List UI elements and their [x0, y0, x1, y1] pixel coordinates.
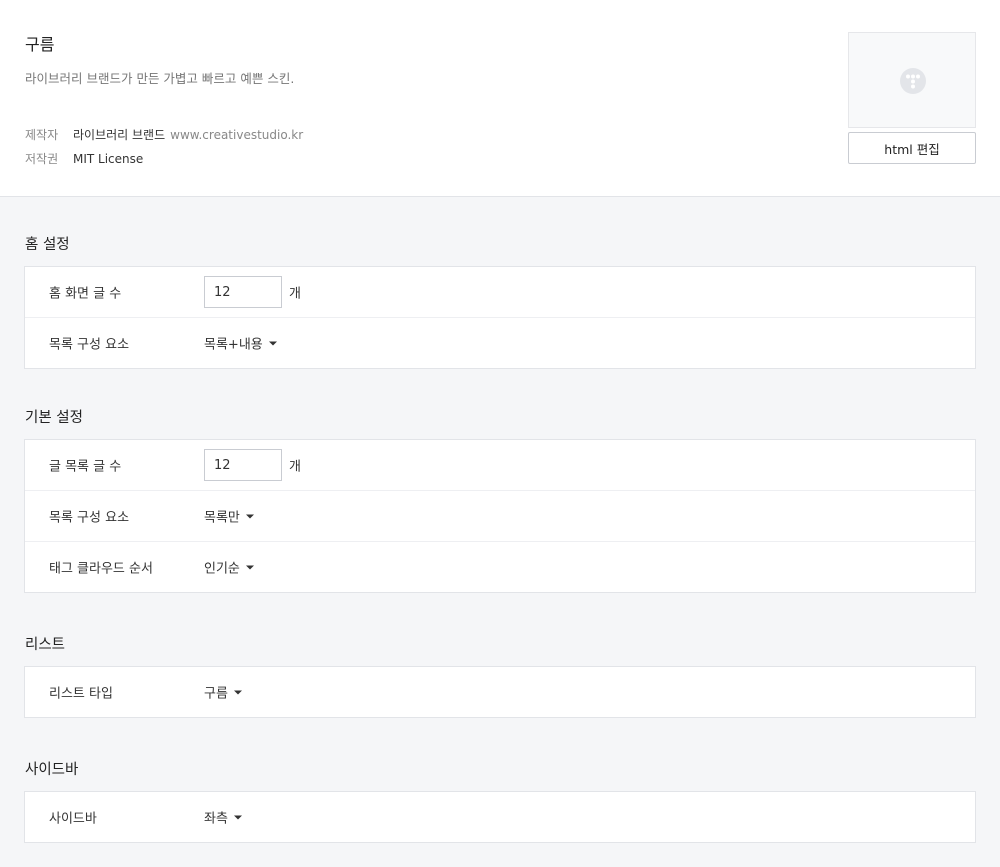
maker-name: 라이브러리 브랜드: [73, 128, 166, 142]
basic-settings-card: 글 목록 글 수 개 목록 구성 요소 목록만 태그 클라우드 순서 인기순: [24, 439, 976, 593]
list-settings-title: 리스트: [25, 637, 66, 653]
home-list-elements-label: 목록 구성 요소: [49, 337, 130, 353]
tag-cloud-order-select[interactable]: 인기순: [204, 558, 254, 577]
tag-cloud-order-value: 인기순: [204, 561, 240, 577]
basic-list-elements-row: 목록 구성 요소 목록만: [25, 490, 975, 541]
list-count-unit: 개: [289, 459, 301, 475]
tistory-logo-icon: [900, 68, 926, 94]
caret-down-icon: [245, 565, 254, 569]
basic-list-elements-value: 목록만: [204, 510, 240, 526]
skin-info-panel: 구름 라이브러리 브랜드가 만든 가볍고 빠르고 예쁜 스킨. 제작자 라이브러…: [0, 0, 1000, 197]
copyright-row: 저작권 MIT License: [25, 150, 143, 167]
copyright-value: MIT License: [73, 151, 144, 166]
basic-list-elements-select[interactable]: 목록만: [204, 507, 254, 526]
sidebar-position-label: 사이드바: [49, 811, 97, 827]
maker-label: 제작자: [25, 128, 59, 142]
maker-row: 제작자 라이브러리 브랜드 www.creativestudio.kr: [25, 126, 303, 143]
home-post-count-input[interactable]: [204, 276, 282, 308]
list-type-value: 구름: [204, 686, 228, 702]
list-type-select[interactable]: 구름: [204, 683, 242, 702]
caret-down-icon: [233, 690, 242, 694]
list-settings-card: 리스트 타입 구름: [24, 666, 976, 718]
home-post-count-label: 홈 화면 글 수: [49, 286, 122, 302]
home-settings-title: 홈 설정: [25, 237, 70, 253]
sidebar-position-select[interactable]: 좌측: [204, 808, 242, 827]
tag-cloud-order-label: 태그 클라우드 순서: [49, 561, 153, 577]
tag-cloud-order-row: 태그 클라우드 순서 인기순: [25, 541, 975, 592]
skin-description: 라이브러리 브랜드가 만든 가볍고 빠르고 예쁜 스킨.: [25, 71, 295, 86]
list-type-label: 리스트 타입: [49, 686, 113, 702]
home-post-count-unit: 개: [289, 286, 301, 302]
list-type-row: 리스트 타입 구름: [25, 667, 975, 717]
list-count-input[interactable]: [204, 449, 282, 481]
caret-down-icon: [268, 341, 277, 345]
home-list-elements-value: 목록+내용: [204, 337, 263, 353]
sidebar-settings-card: 사이드바 좌측: [24, 791, 976, 843]
sidebar-position-value: 좌측: [204, 811, 228, 827]
home-settings-card: 홈 화면 글 수 개 목록 구성 요소 목록+내용: [24, 266, 976, 369]
html-edit-button[interactable]: html 편집: [848, 132, 976, 164]
copyright-label: 저작권: [25, 152, 59, 166]
basic-settings-title: 기본 설정: [25, 410, 83, 426]
list-count-label: 글 목록 글 수: [49, 459, 122, 475]
sidebar-position-row: 사이드바 좌측: [25, 792, 975, 842]
caret-down-icon: [233, 815, 242, 819]
skin-thumbnail: [848, 32, 976, 128]
home-list-elements-select[interactable]: 목록+내용: [204, 334, 277, 353]
basic-list-elements-label: 목록 구성 요소: [49, 510, 130, 526]
caret-down-icon: [245, 514, 254, 518]
skin-title: 구름: [25, 35, 55, 54]
home-post-count-row: 홈 화면 글 수 개: [25, 267, 975, 317]
maker-link[interactable]: www.creativestudio.kr: [170, 128, 303, 142]
home-list-elements-row: 목록 구성 요소 목록+내용: [25, 317, 975, 368]
sidebar-settings-title: 사이드바: [25, 762, 79, 778]
list-count-row: 글 목록 글 수 개: [25, 440, 975, 490]
